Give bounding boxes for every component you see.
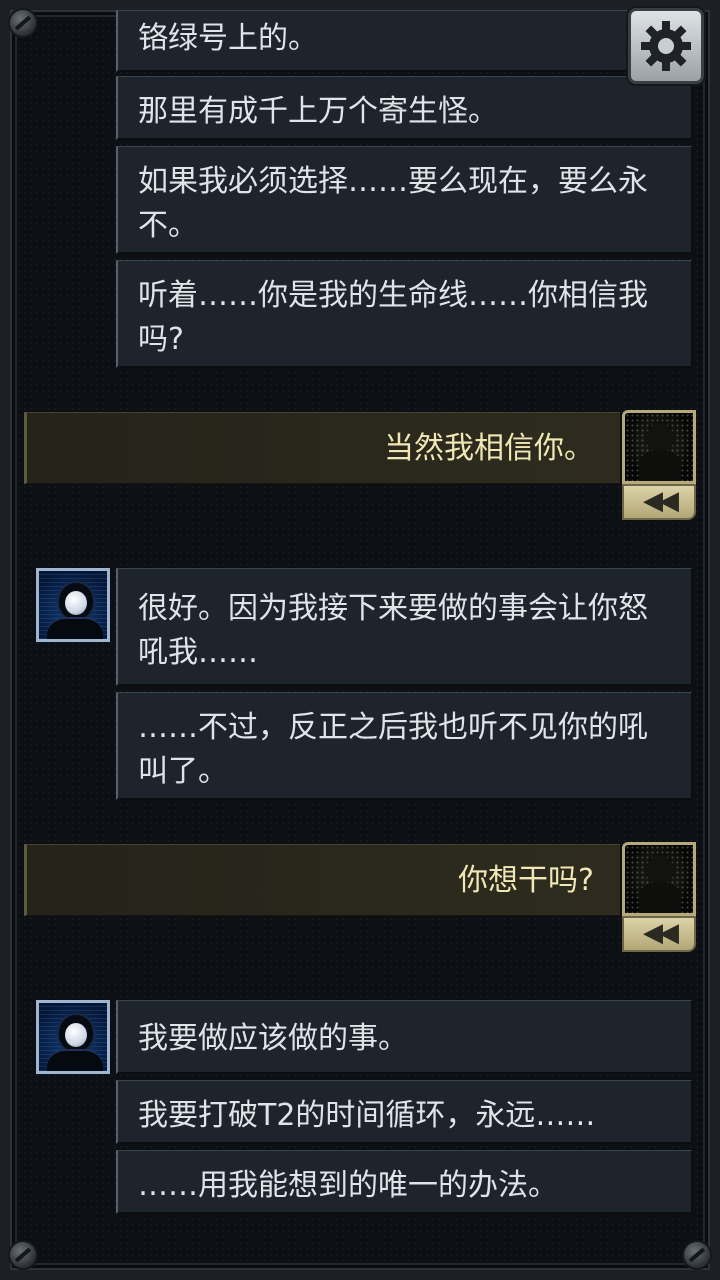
corner-screw-icon <box>684 1242 710 1268</box>
player-reply: 当然我相信你。 <box>24 412 620 484</box>
message-text: ……不过，反正之后我也听不见你的吼叫了。 <box>138 710 648 789</box>
message-text: 如果我必须选择……要么现在，要么永不。 <box>138 164 648 243</box>
message-text: 铬绿号上的。 <box>138 21 318 56</box>
player-reply: 你想干吗? <box>24 844 620 916</box>
settings-button[interactable] <box>628 8 704 84</box>
message-bubble: 我要做应该做的事。 <box>116 1000 692 1074</box>
message-text: 很好。因为我接下来要做的事会让你怒吼我…… <box>138 591 648 670</box>
message-text: 听着……你是我的生命线……你相信我吗? <box>138 278 648 357</box>
corner-screw-icon <box>10 1242 36 1268</box>
rewind-button[interactable]: ◀◀ <box>622 916 696 952</box>
message-bubble: 很好。因为我接下来要做的事会让你怒吼我…… <box>116 568 692 686</box>
message-text: ……用我能想到的唯一的办法。 <box>138 1168 558 1203</box>
player-portrait <box>622 410 696 484</box>
taylor-portrait <box>36 1000 110 1074</box>
gear-icon <box>641 21 691 71</box>
player-portrait <box>622 842 696 916</box>
taylor-portrait <box>36 568 110 642</box>
message-bubble: 我要打破T2的时间循环，永远…… <box>116 1080 692 1144</box>
reply-text: 当然我相信你。 <box>384 431 594 466</box>
message-text: 我要做应该做的事。 <box>138 1021 408 1056</box>
player-silhouette-icon <box>647 423 673 453</box>
rewind-button[interactable]: ◀◀ <box>622 484 696 520</box>
player-silhouette-icon <box>647 855 673 885</box>
message-bubble: 听着……你是我的生命线……你相信我吗? <box>116 260 692 368</box>
message-bubble: 铬绿号上的。 <box>116 10 692 72</box>
message-bubble: 如果我必须选择……要么现在，要么永不。 <box>116 146 692 254</box>
message-text: 那里有成千上万个寄生怪。 <box>138 94 498 129</box>
rewind-icon: ◀◀ <box>643 918 679 948</box>
reply-text: 你想干吗? <box>458 863 594 898</box>
message-bubble: ……不过，反正之后我也听不见你的吼叫了。 <box>116 692 692 800</box>
message-bubble: ……用我能想到的唯一的办法。 <box>116 1150 692 1214</box>
message-text: 我要打破T2的时间循环，永远…… <box>138 1098 596 1133</box>
message-bubble: 那里有成千上万个寄生怪。 <box>116 76 692 140</box>
rewind-icon: ◀◀ <box>643 486 679 516</box>
corner-screw-icon <box>10 10 36 36</box>
